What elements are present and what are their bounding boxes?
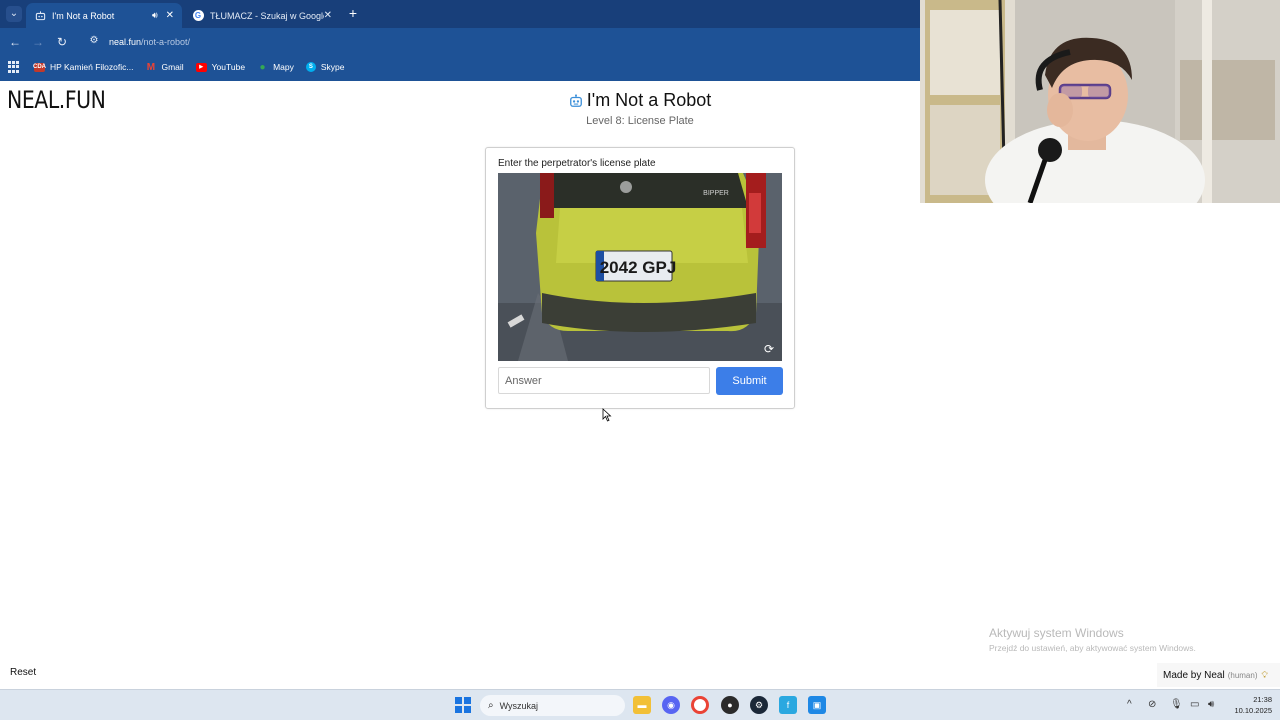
new-tab-button[interactable]: +	[345, 5, 361, 21]
volume-icon[interactable]: 🔊︎	[1208, 699, 1214, 710]
bookmark-maps[interactable]: ● Mapy	[257, 61, 294, 73]
network-off-icon[interactable]: ⊘	[1148, 699, 1156, 710]
bookmark-skype[interactable]: S Skype	[305, 62, 345, 72]
chevron-up-icon[interactable]: ^	[1127, 699, 1132, 710]
made-by-badge[interactable]: Made by Neal (human) 💡︎	[1157, 663, 1280, 687]
submit-button[interactable]: Submit	[716, 367, 783, 395]
mic-icon[interactable]: 🎙︎	[1170, 699, 1183, 710]
robot-icon	[569, 93, 582, 107]
made-by-note: (human)	[1227, 670, 1258, 680]
site-settings-icon[interactable]: ⚙︎	[87, 35, 101, 49]
webcam-overlay	[920, 0, 1280, 203]
apps-grid-icon[interactable]	[8, 61, 20, 73]
clock-time: 21:38	[1253, 695, 1272, 704]
windows-activation-watermark: Aktywuj system Windows Przejdź do ustawi…	[989, 626, 1196, 653]
made-by-text: Made by Neal	[1163, 669, 1225, 681]
discord-icon[interactable]: ◉	[662, 696, 680, 714]
page-title: I'm Not a Robot	[569, 90, 712, 111]
bookmark-youtube[interactable]: ▶ YouTube	[195, 62, 246, 72]
obs-icon[interactable]: ●	[721, 696, 739, 714]
tab-google-search[interactable]: G TŁUMACZ - Szukaj w Google ✕	[184, 3, 340, 28]
taskbar-search[interactable]: ⌕ Wyszukaj	[480, 695, 625, 716]
plate-text: 2042 GPJ	[600, 258, 677, 277]
back-arrow-icon[interactable]: ←	[7, 34, 23, 50]
skype-icon: S	[305, 62, 316, 72]
lightbulb-icon: 💡︎	[1261, 669, 1268, 680]
browser-toolbar: ← → ↻ ⚙︎ neal.fun/not-a-robot/	[0, 28, 920, 56]
youtube-icon: ▶	[195, 62, 207, 72]
watermark-title: Aktywuj system Windows	[989, 626, 1124, 640]
reload-icon[interactable]: ↻	[54, 34, 70, 50]
bookmark-label: YouTube	[211, 62, 246, 72]
page-title-text: I'm Not a Robot	[586, 90, 712, 110]
app-icon[interactable]: f	[779, 696, 797, 714]
svg-text:BIPPER: BIPPER	[703, 190, 729, 197]
file-explorer-icon[interactable]: ▬	[633, 696, 651, 714]
maps-icon: ●	[259, 61, 266, 73]
url-text: neal.fun/not-a-robot/	[109, 37, 191, 47]
tab-search-icon[interactable]: ⌄	[6, 6, 22, 22]
search-icon: ⌕	[488, 700, 494, 711]
robot-favicon-icon	[34, 10, 46, 22]
bookmark-gmail[interactable]: M Gmail	[145, 61, 184, 73]
tab-title: TŁUMACZ - Szukaj w Google	[210, 10, 324, 21]
mouse-cursor-icon	[602, 408, 612, 422]
search-placeholder: Wyszukaj	[499, 700, 539, 711]
bookmark-label: Skype	[320, 62, 345, 72]
chrome-icon[interactable]	[691, 696, 709, 714]
tab-title: I'm Not a Robot	[52, 10, 115, 21]
taskbar-clock[interactable]: 21:38 10.10.2025	[1226, 694, 1272, 716]
windows-taskbar: ⌕ Wyszukaj ▬ ◉ ● ⚙ f ▣ ^ ⊘ 🎙︎ ▭ 🔊︎ 21:38…	[0, 689, 1280, 720]
bookmarks-bar: CDA HP Kamień Filozofic... M Gmail ▶ You…	[0, 56, 920, 78]
tab-strip: ⌄ I'm Not a Robot 🔊︎ ✕ G TŁUMACZ - Szuka…	[0, 0, 920, 28]
watermark-subtitle: Przejdź do ustawień, aby aktywować syste…	[989, 643, 1196, 653]
google-favicon-icon: G	[192, 10, 204, 22]
close-tab-icon[interactable]: ✕	[324, 10, 332, 21]
forward-arrow-icon[interactable]: →	[30, 34, 46, 50]
remote-desktop-icon[interactable]: ▣	[808, 696, 826, 714]
address-bar[interactable]: ⚙︎ neal.fun/not-a-robot/	[82, 31, 918, 53]
speaker-icon[interactable]: 🔊︎	[152, 10, 158, 21]
bookmark-hp[interactable]: CDA HP Kamień Filozofic...	[33, 62, 134, 72]
answer-input[interactable]	[498, 367, 710, 394]
hp-icon: CDA	[33, 62, 46, 72]
display-icon[interactable]: ▭	[1190, 699, 1199, 710]
steam-icon[interactable]: ⚙	[750, 696, 768, 714]
bookmark-label: Gmail	[161, 62, 184, 72]
license-plate-photo: 2042 GPJ BIPPER ⟳	[498, 173, 782, 361]
gmail-icon: M	[146, 61, 156, 73]
browser-chrome: ⌄ I'm Not a Robot 🔊︎ ✕ G TŁUMACZ - Szuka…	[0, 0, 920, 81]
close-tab-icon[interactable]: ✕	[166, 10, 174, 21]
clock-date: 10.10.2025	[1234, 706, 1272, 715]
reset-button[interactable]: Reset	[10, 667, 36, 678]
refresh-icon[interactable]: ⟳	[762, 342, 776, 356]
bookmark-label: HP Kamień Filozofic...	[50, 62, 134, 72]
tab-not-a-robot[interactable]: I'm Not a Robot 🔊︎ ✕	[26, 3, 182, 28]
instruction-text: Enter the perpetrator's license plate	[498, 158, 656, 169]
windows-start-icon[interactable]	[455, 697, 471, 713]
captcha-card: Enter the perpetrator's license plate 20…	[485, 147, 795, 409]
bookmark-label: Mapy	[273, 62, 294, 72]
